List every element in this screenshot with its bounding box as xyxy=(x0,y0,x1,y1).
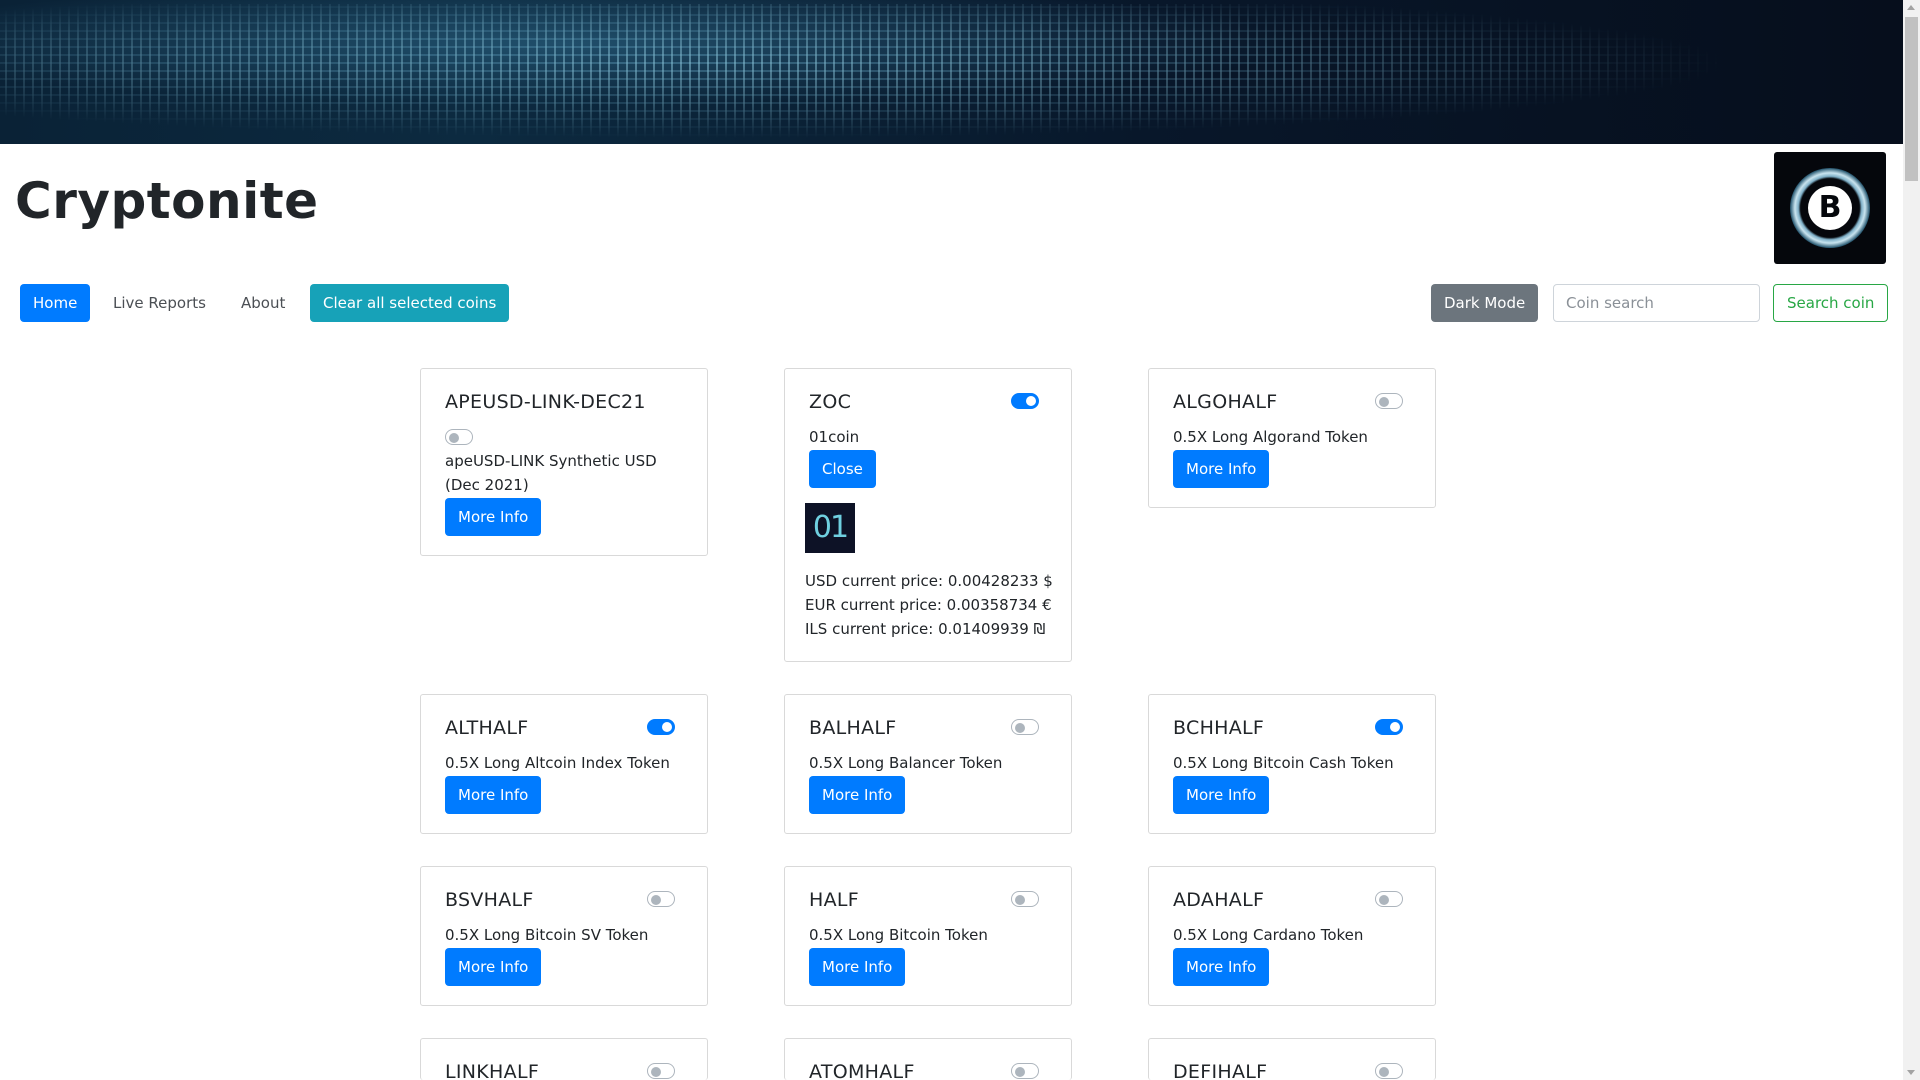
more-info-button[interactable]: More Info xyxy=(1173,450,1270,488)
more-info-button[interactable]: More Info xyxy=(809,776,906,814)
coin-name: 0.5X Long Bitcoin Token xyxy=(809,926,988,944)
coin-card: DEFIHALF xyxy=(1148,1038,1436,1080)
about-link[interactable]: About xyxy=(228,284,298,322)
more-info-button[interactable]: More Info xyxy=(1173,776,1270,814)
coin-symbol: LINKHALF xyxy=(445,1061,540,1080)
bitcoin-cash-logo-icon: B xyxy=(1774,152,1886,264)
coin-symbol: ATOMHALF xyxy=(809,1061,915,1080)
coin-card: BALHALF 0.5X Long Balancer Token More In… xyxy=(784,694,1072,834)
coin-name: 0.5X Long Cardano Token xyxy=(1173,926,1364,944)
eur-price: EUR current price: 0.00358734 € xyxy=(805,596,1052,614)
usd-price: USD current price: 0.00428233 $ xyxy=(805,572,1053,590)
more-info-button[interactable]: More Info xyxy=(445,498,542,536)
coin-name: 0.5X Long Altcoin Index Token xyxy=(445,754,670,772)
coin-image-text: 01 xyxy=(812,510,849,545)
home-button[interactable]: Home xyxy=(20,284,91,322)
coin-name: 0.5X Long Balancer Token xyxy=(809,754,1003,772)
coin-search-input[interactable] xyxy=(1553,284,1760,322)
coin-card: BCHHALF 0.5X Long Bitcoin Cash Token Mor… xyxy=(1148,694,1436,834)
more-info-button[interactable]: More Info xyxy=(1173,948,1270,986)
more-info-button[interactable]: More Info xyxy=(445,948,542,986)
coin-select-toggle[interactable] xyxy=(1375,1063,1403,1079)
coin-card: BSVHALF 0.5X Long Bitcoin SV Token More … xyxy=(420,866,708,1006)
coin-symbol: BSVHALF xyxy=(445,889,534,911)
close-button[interactable]: Close xyxy=(809,450,876,488)
coin-select-toggle[interactable] xyxy=(1375,891,1403,907)
more-info-button[interactable]: More Info xyxy=(809,948,906,986)
coin-symbol: ZOC xyxy=(809,391,852,413)
page-scrollbar[interactable] xyxy=(1903,0,1920,1080)
coin-card: ZOC 01coin Close 01 USD current price: 0… xyxy=(784,368,1072,662)
live-reports-link[interactable]: Live Reports xyxy=(100,284,219,322)
coin-select-toggle[interactable] xyxy=(1011,891,1039,907)
coin-symbol: APEUSD-LINK-DEC21 xyxy=(445,391,646,413)
coin-name: 01coin xyxy=(809,428,860,446)
coin-card: LINKHALF xyxy=(420,1038,708,1080)
search-coin-button[interactable]: Search coin xyxy=(1773,284,1889,322)
coin-card: ATOMHALF xyxy=(784,1038,1072,1080)
coin-card: ALTHALF 0.5X Long Altcoin Index Token Mo… xyxy=(420,694,708,834)
coin-symbol: HALF xyxy=(809,889,859,911)
coin-symbol: DEFIHALF xyxy=(1173,1061,1268,1080)
coin-select-toggle[interactable] xyxy=(1011,1063,1039,1079)
scrollbar-thumb[interactable] xyxy=(1905,17,1918,181)
dark-mode-button[interactable]: Dark Mode xyxy=(1431,284,1539,322)
coin-name: 0.5X Long Bitcoin Cash Token xyxy=(1173,754,1394,772)
coin-symbol: ALGOHALF xyxy=(1173,391,1278,413)
coin-select-toggle[interactable] xyxy=(445,429,473,445)
coin-name: 0.5X Long Bitcoin SV Token xyxy=(445,926,649,944)
coin-name: 0.5X Long Algorand Token xyxy=(1173,428,1368,446)
coin-name: apeUSD-LINK Synthetic USD (Dec 2021) xyxy=(445,452,657,494)
coin-card: ALGOHALF 0.5X Long Algorand Token More I… xyxy=(1148,368,1436,508)
coin-select-toggle[interactable] xyxy=(1011,393,1039,409)
coin-select-toggle[interactable] xyxy=(1375,393,1403,409)
coin-card: HALF 0.5X Long Bitcoin Token More Info xyxy=(784,866,1072,1006)
header-banner xyxy=(0,0,1903,144)
clear-all-selected-coins-button[interactable]: Clear all selected coins xyxy=(310,284,510,322)
scroll-up-arrow-icon[interactable] xyxy=(1907,5,1915,10)
coin-symbol: ALTHALF xyxy=(445,717,529,739)
scroll-down-arrow-icon[interactable] xyxy=(1907,1070,1915,1075)
ils-price: ILS current price: 0.01409939 ₪ xyxy=(805,620,1046,638)
coin-card: APEUSD-LINK-DEC21 apeUSD-LINK Synthetic … xyxy=(420,368,708,556)
banner-digital-streak xyxy=(0,4,1763,144)
more-info-button[interactable]: More Info xyxy=(445,776,542,814)
coin-image: 01 xyxy=(805,503,855,553)
site-title: Cryptonite xyxy=(15,172,319,230)
coin-symbol: BCHHALF xyxy=(1173,717,1265,739)
coin-select-toggle[interactable] xyxy=(647,719,675,735)
coin-symbol: BALHALF xyxy=(809,717,897,739)
coin-symbol: ADAHALF xyxy=(1173,889,1265,911)
coin-card: ADAHALF 0.5X Long Cardano Token More Inf… xyxy=(1148,866,1436,1006)
coin-select-toggle[interactable] xyxy=(1011,719,1039,735)
coin-select-toggle[interactable] xyxy=(647,1063,675,1079)
coin-select-toggle[interactable] xyxy=(647,891,675,907)
logo-coin: B xyxy=(1808,186,1852,230)
coin-select-toggle[interactable] xyxy=(1375,719,1403,735)
